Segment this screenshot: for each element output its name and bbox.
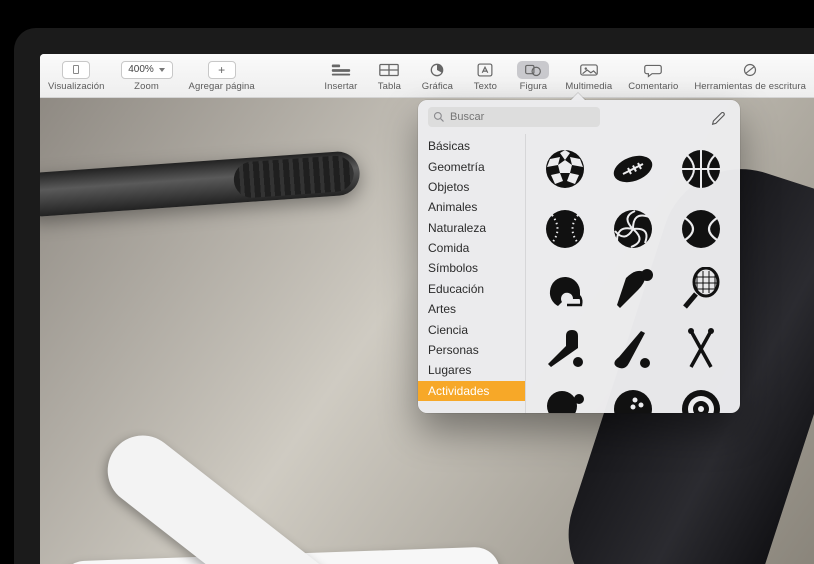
shape-label: Figura bbox=[520, 81, 548, 92]
shape-hockey-stick[interactable] bbox=[600, 320, 666, 378]
media-label: Multimedia bbox=[565, 81, 612, 92]
writing-tools-button[interactable]: Herramientas de escritura bbox=[686, 58, 814, 94]
shape-category-list: BásicasGeometríaObjetosAnimalesNaturalez… bbox=[418, 134, 526, 413]
bike-frame-illustration bbox=[94, 421, 547, 564]
media-icon bbox=[573, 61, 605, 79]
shape-tennis-ball[interactable] bbox=[668, 200, 734, 258]
shape-ski-poles[interactable] bbox=[668, 320, 734, 378]
writing-tools-label: Herramientas de escritura bbox=[694, 81, 806, 92]
plus-icon: + bbox=[208, 61, 236, 79]
zoom-value[interactable]: 400% bbox=[121, 61, 173, 79]
category-actividades[interactable]: Actividades bbox=[418, 381, 525, 401]
category-comida[interactable]: Comida bbox=[418, 238, 525, 258]
insert-button[interactable]: Insertar bbox=[316, 58, 365, 94]
shape-tennis-racket[interactable] bbox=[668, 260, 734, 318]
table-label: Tabla bbox=[378, 81, 401, 92]
category-naturaleza[interactable]: Naturaleza bbox=[418, 218, 525, 238]
category-animales[interactable]: Animales bbox=[418, 197, 525, 217]
category-artes[interactable]: Artes bbox=[418, 299, 525, 319]
comment-label: Comentario bbox=[628, 81, 678, 92]
shape-icon bbox=[517, 61, 549, 79]
view-label: Visualización bbox=[48, 81, 105, 92]
pen-icon bbox=[711, 109, 727, 125]
table-icon bbox=[373, 61, 405, 79]
insert-label: Insertar bbox=[324, 81, 357, 92]
shape-ping-pong-paddle[interactable] bbox=[532, 380, 598, 413]
handlebar-illustration bbox=[40, 150, 361, 218]
toolbar: Visualización 400% Zoom + Agregar página… bbox=[40, 54, 814, 98]
shapes-search-input[interactable] bbox=[428, 107, 600, 127]
shape-american-football[interactable] bbox=[600, 140, 666, 198]
shape-football-helmet[interactable] bbox=[532, 260, 598, 318]
text-button[interactable]: Texto bbox=[461, 58, 509, 94]
comment-icon bbox=[637, 61, 669, 79]
category-educación[interactable]: Educación bbox=[418, 279, 525, 299]
shape-baseball-bat[interactable] bbox=[600, 260, 666, 318]
zoom-control[interactable]: 400% Zoom bbox=[113, 58, 181, 94]
chart-button[interactable]: Gráfica bbox=[413, 58, 461, 94]
category-símbolos[interactable]: Símbolos bbox=[418, 258, 525, 278]
zoom-label: Zoom bbox=[134, 81, 159, 92]
writing-tools-icon bbox=[734, 61, 766, 79]
shape-basketball[interactable] bbox=[668, 140, 734, 198]
shape-dartboard[interactable] bbox=[668, 380, 734, 413]
category-geometría[interactable]: Geometría bbox=[418, 156, 525, 176]
shape-cricket-bat[interactable] bbox=[532, 320, 598, 378]
shape-bowling-ball[interactable] bbox=[600, 380, 666, 413]
comment-button[interactable]: Comentario bbox=[620, 58, 686, 94]
text-label: Texto bbox=[474, 81, 497, 92]
insert-icon bbox=[325, 61, 357, 79]
shape-volleyball[interactable] bbox=[600, 200, 666, 258]
search-icon bbox=[433, 111, 445, 123]
shape-baseball[interactable] bbox=[532, 200, 598, 258]
table-button[interactable]: Tabla bbox=[365, 58, 413, 94]
text-icon bbox=[469, 61, 501, 79]
shape-button[interactable]: Figura bbox=[509, 58, 557, 94]
app-window: Visualización 400% Zoom + Agregar página… bbox=[40, 54, 814, 564]
media-button[interactable]: Multimedia bbox=[557, 58, 620, 94]
laptop-bezel: Visualización 400% Zoom + Agregar página… bbox=[14, 28, 814, 564]
chart-label: Gráfica bbox=[422, 81, 453, 92]
search-field-wrap bbox=[428, 107, 700, 127]
view-button[interactable]: Visualización bbox=[40, 58, 113, 94]
shape-soccer-ball[interactable] bbox=[532, 140, 598, 198]
category-ciencia[interactable]: Ciencia bbox=[418, 319, 525, 339]
category-personas[interactable]: Personas bbox=[418, 340, 525, 360]
shape-grid bbox=[526, 134, 740, 413]
chart-icon bbox=[421, 61, 453, 79]
add-page-button[interactable]: + Agregar página bbox=[181, 58, 263, 94]
shapes-popover: BásicasGeometríaObjetosAnimalesNaturalez… bbox=[418, 100, 740, 413]
category-básicas[interactable]: Básicas bbox=[418, 136, 525, 156]
add-page-label: Agregar página bbox=[189, 81, 255, 92]
draw-shape-button[interactable] bbox=[708, 107, 730, 127]
category-lugares[interactable]: Lugares bbox=[418, 360, 525, 380]
category-objetos[interactable]: Objetos bbox=[418, 177, 525, 197]
